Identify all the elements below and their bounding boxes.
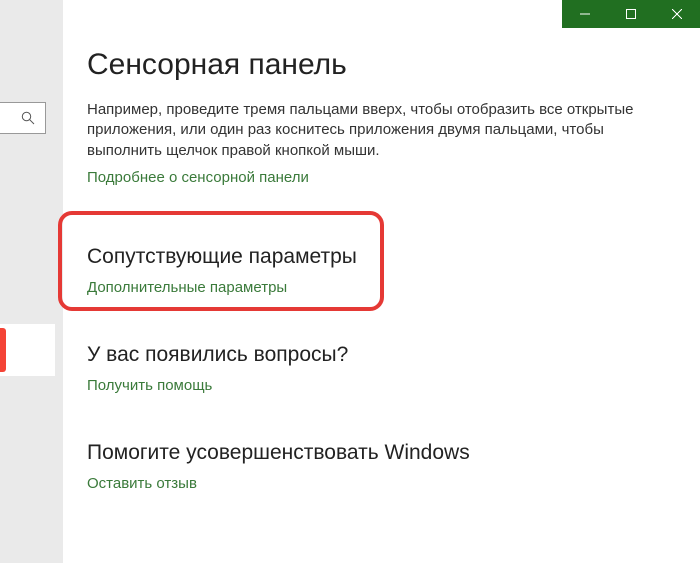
get-help-link[interactable]: Получить помощь xyxy=(87,377,212,394)
maximize-button[interactable] xyxy=(608,0,654,28)
feedback-link[interactable]: Оставить отзыв xyxy=(87,475,197,492)
feedback-section: Помогите усовершенствовать Windows Остав… xyxy=(87,441,676,493)
sidebar-selected-item[interactable] xyxy=(0,324,55,376)
learn-more-link[interactable]: Подробнее о сенсорной панели xyxy=(87,169,309,186)
sidebar xyxy=(0,0,63,563)
search-icon xyxy=(21,111,35,125)
minimize-icon xyxy=(580,9,590,19)
related-settings-section: Сопутствующие параметры Дополнительные п… xyxy=(87,245,676,297)
content-area: Сенсорная панель Например, проведите тре… xyxy=(63,0,700,563)
help-section: У вас появились вопросы? Получить помощь xyxy=(87,343,676,395)
search-input[interactable] xyxy=(0,102,46,134)
sidebar-selection-marker xyxy=(0,328,6,372)
section-heading-help: У вас появились вопросы? xyxy=(87,343,676,367)
settings-window: Сенсорная панель Например, проведите тре… xyxy=(0,0,700,563)
additional-settings-link[interactable]: Дополнительные параметры xyxy=(87,279,287,296)
section-heading-feedback: Помогите усовершенствовать Windows xyxy=(87,441,676,465)
page-title: Сенсорная панель xyxy=(87,48,676,82)
section-heading-related: Сопутствующие параметры xyxy=(87,245,676,269)
close-icon xyxy=(672,9,682,19)
window-controls xyxy=(562,0,700,28)
close-button[interactable] xyxy=(654,0,700,28)
minimize-button[interactable] xyxy=(562,0,608,28)
page-description: Например, проведите тремя пальцами вверх… xyxy=(87,100,676,161)
maximize-icon xyxy=(626,9,636,19)
